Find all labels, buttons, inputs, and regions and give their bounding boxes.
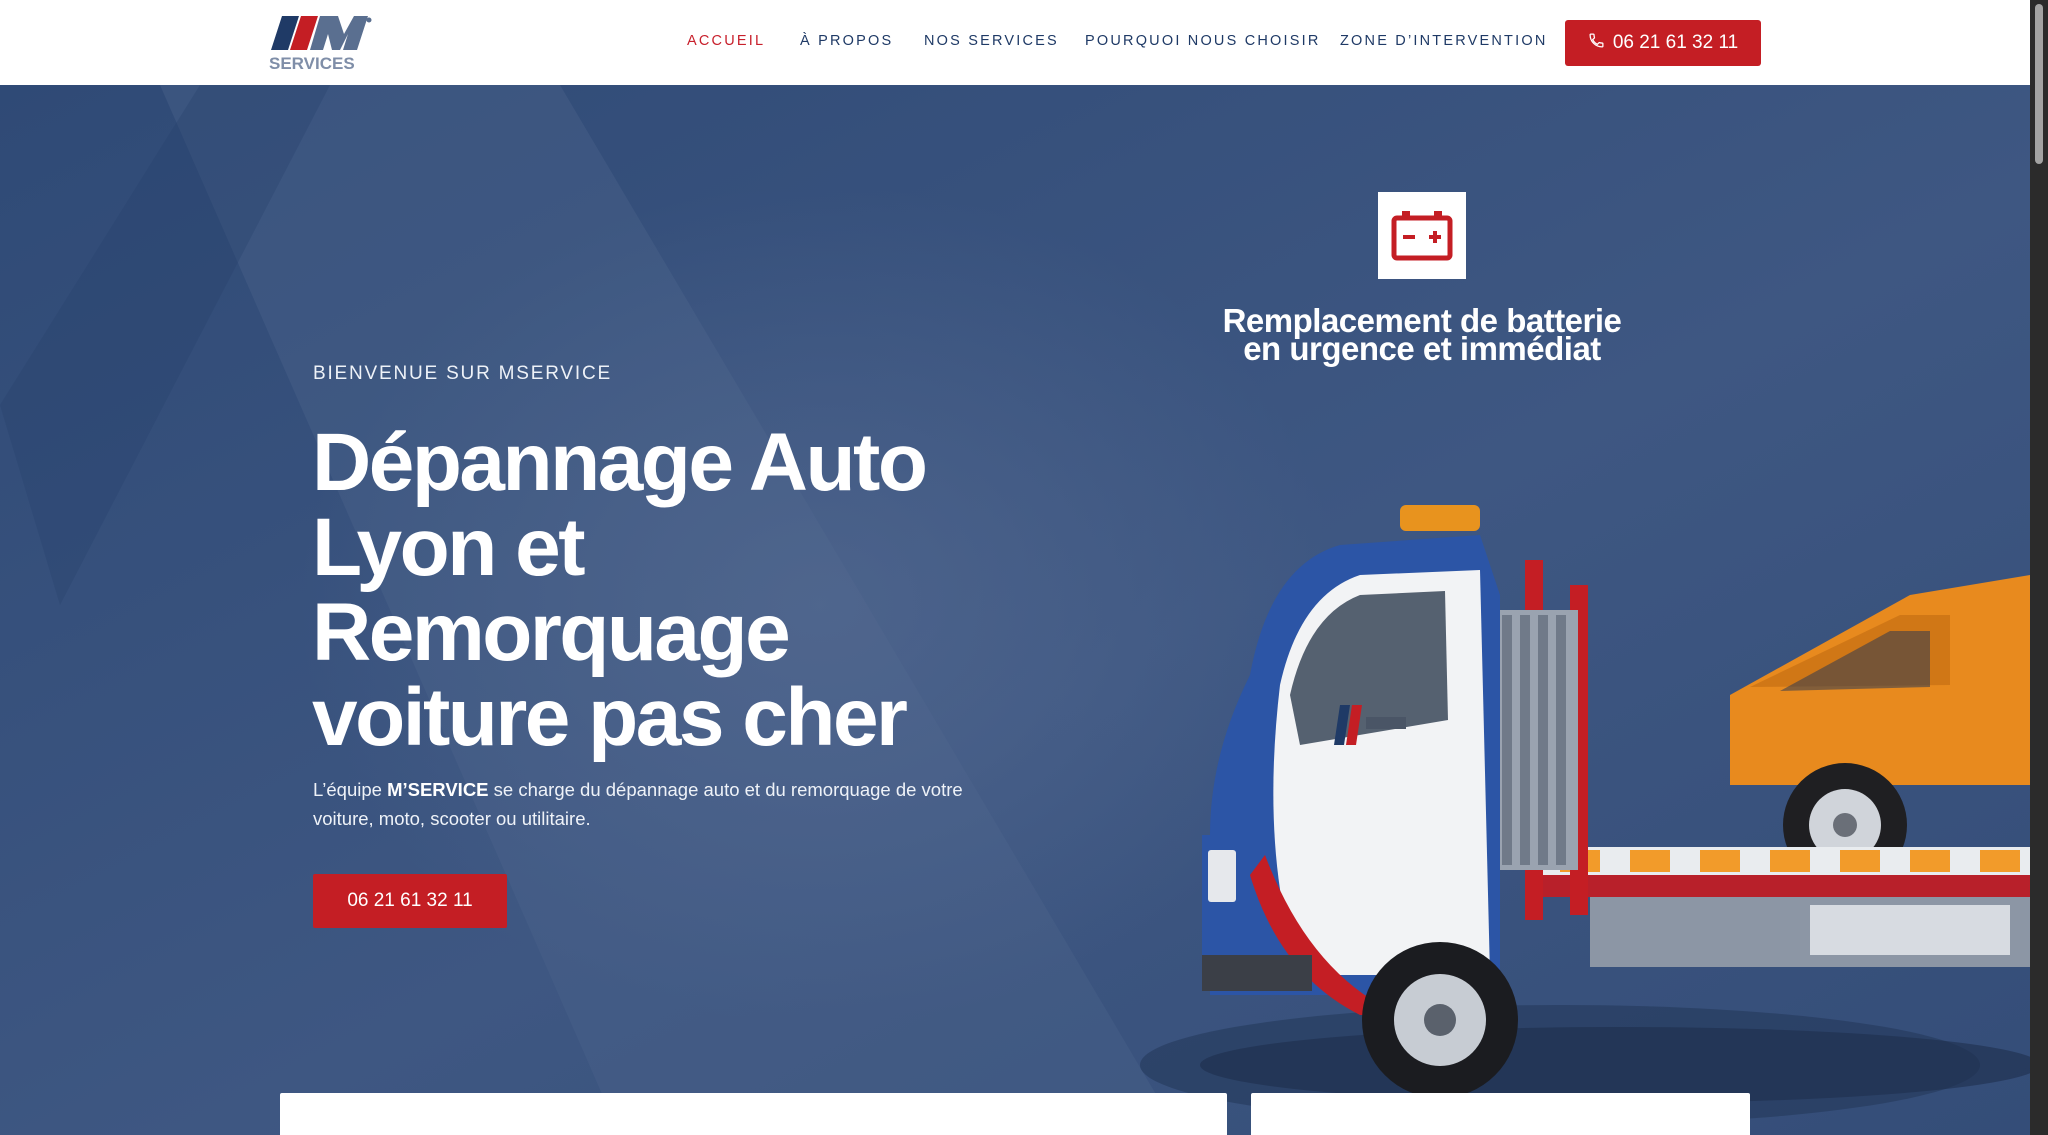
nav-item-accueil[interactable]: ACCUEIL	[687, 33, 765, 49]
hero-headline-line: voiture pas cher	[312, 672, 908, 763]
intro-brand: M’SERVICE	[387, 779, 489, 800]
scrollbar-thumb[interactable]	[2035, 4, 2043, 164]
feature-title-line: en urgence et immédiat	[1243, 330, 1601, 367]
nav-item-pourquoi-nous-choisir[interactable]: POURQUOI NOUS CHOISIR	[1085, 33, 1321, 49]
vertical-scrollbar[interactable]	[2030, 0, 2048, 1135]
hero-call-button[interactable]: 06 21 61 32 11	[313, 874, 507, 928]
hero-section: BIENVENUE SUR MSERVICE Dépannage Auto Ly…	[0, 85, 2030, 1135]
intro-prefix: L’équipe	[313, 779, 388, 800]
nav-item-zone-intervention[interactable]: ZONE D’INTERVENTION	[1340, 33, 1548, 49]
header-call-button[interactable]: 06 21 61 32 11	[1565, 20, 1761, 66]
feature-title: Remplacement de batterie en urgence et i…	[1160, 304, 1684, 367]
hero-eyebrow: BIENVENUE SUR MSERVICE	[313, 363, 612, 384]
mservices-logo[interactable]: SERVICES	[268, 14, 374, 73]
car-battery-icon	[1378, 192, 1466, 279]
header-call-label: 06 21 61 32 11	[1612, 32, 1739, 53]
nav-item-a-propos[interactable]: À PROPOS	[800, 33, 893, 49]
logo-wordmark: SERVICES	[269, 54, 355, 72]
nav-item-nos-services[interactable]: NOS SERVICES	[924, 33, 1059, 49]
info-card-right	[1251, 1093, 1750, 1135]
info-card-left	[280, 1093, 1227, 1135]
hero-headline-line: Remorquage	[312, 587, 791, 678]
hero-headline-line: Lyon et	[312, 502, 586, 593]
hero-headline: Dépannage Auto Lyon et Remorquage voitur…	[312, 420, 1012, 760]
tow-truck-illustration	[1200, 505, 2030, 1103]
hero-headline-line: Dépannage Auto	[312, 417, 928, 508]
phone-icon	[1588, 32, 1605, 55]
site-header: SERVICES ACCUEIL À PROPOS NOS SERVICES P…	[0, 0, 2030, 85]
hero-intro: L’équipe M’SERVICE se charge du dépannag…	[313, 775, 993, 833]
